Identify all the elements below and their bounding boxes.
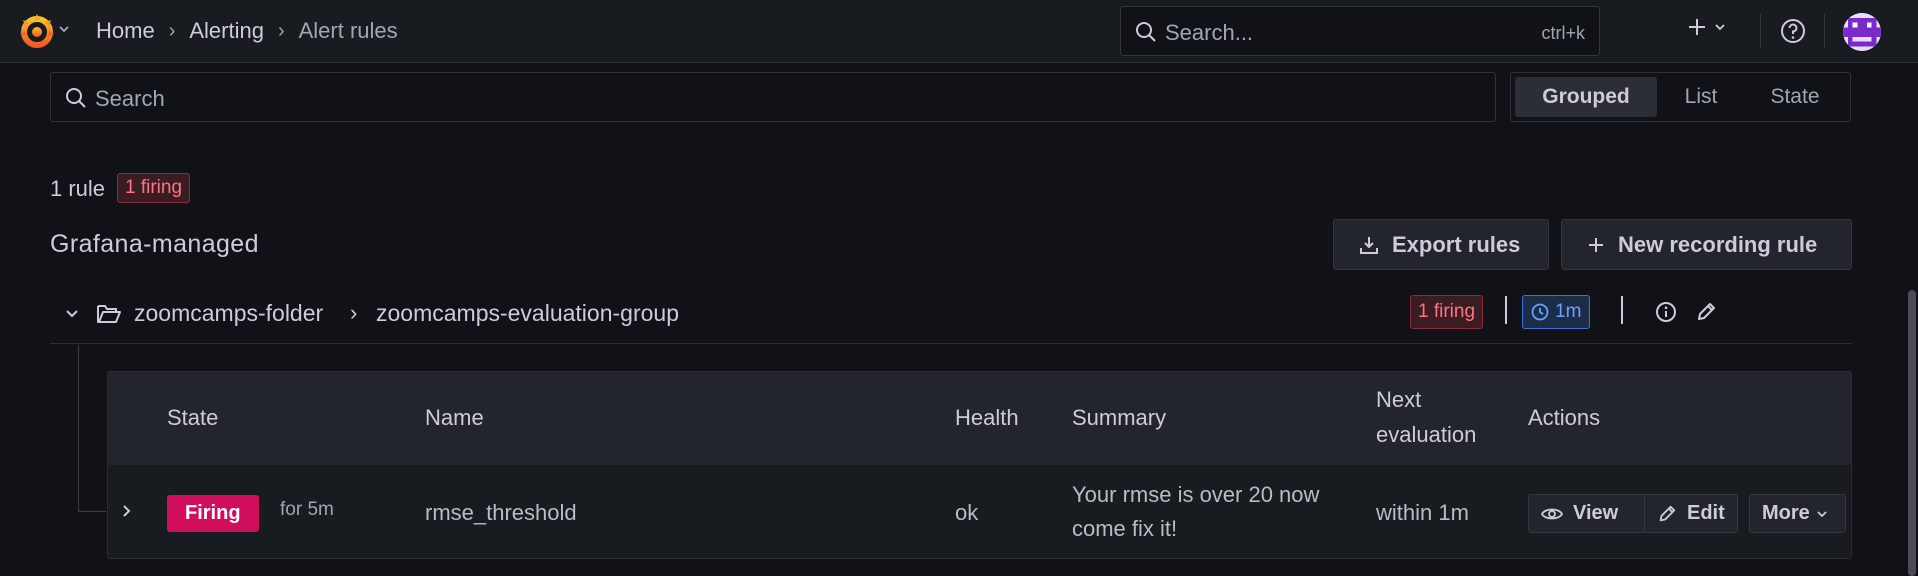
- rule-group-header: zoomcamps-folder › zoomcamps-evaluation-…: [50, 288, 1852, 344]
- rule-name: rmse_threshold: [425, 500, 577, 525]
- table-row: Firing for 5m rmse_threshold ok Your rms…: [108, 465, 1851, 558]
- edit-pencil-icon: [1657, 504, 1677, 524]
- more-label: More: [1762, 502, 1810, 524]
- column-header-actions: Actions: [1528, 405, 1601, 430]
- tree-connector: [78, 511, 106, 512]
- breadcrumb-separator-icon: ›: [350, 300, 358, 325]
- global-search-placeholder: Search...: [1165, 20, 1254, 45]
- column-header-next-evaluation: evaluation: [1376, 422, 1477, 447]
- divider: [1621, 296, 1623, 324]
- breadcrumb-alert-rules: Alert rules: [298, 18, 398, 43]
- scrollbar[interactable]: [1908, 290, 1916, 576]
- group-name: zoomcamps-evaluation-group: [376, 300, 679, 326]
- avatar[interactable]: [1843, 13, 1881, 51]
- new-menu-button[interactable]: [1686, 16, 1726, 38]
- column-header-state: State: [167, 405, 219, 430]
- chevron-down-icon[interactable]: [58, 23, 70, 35]
- rule-summary: come fix it!: [1072, 516, 1178, 541]
- export-rules-label: Export rules: [1392, 231, 1521, 257]
- divider: [1824, 14, 1825, 48]
- state-badge-firing: Firing: [167, 495, 259, 532]
- breadcrumb-separator-icon: ›: [277, 19, 285, 42]
- column-header-health: Health: [955, 405, 1019, 430]
- search-icon: [65, 87, 87, 109]
- rule-count: 1 rule: [50, 176, 106, 201]
- breadcrumb-separator-icon: ›: [168, 19, 176, 42]
- rule-health: ok: [955, 500, 979, 525]
- info-icon[interactable]: [1655, 301, 1677, 323]
- help-icon[interactable]: [1780, 18, 1806, 44]
- view-mode-toggle: Grouped List State: [1510, 72, 1851, 122]
- rules-table: State Name Health Summary Next evaluatio…: [107, 371, 1852, 559]
- export-rules-button[interactable]: Export rules: [1333, 219, 1549, 270]
- breadcrumb-alerting[interactable]: Alerting: [189, 18, 264, 44]
- evaluation-interval: 1m: [1555, 301, 1582, 322]
- download-icon: [1358, 234, 1380, 256]
- chevron-down-icon[interactable]: [64, 306, 80, 322]
- section-title: Grafana-managed: [50, 230, 259, 258]
- eye-icon: [1541, 505, 1563, 523]
- divider: [1505, 296, 1507, 324]
- rule-summary: Your rmse is over 20 now: [1072, 482, 1320, 507]
- tree-connector: [78, 345, 79, 512]
- column-header-summary: Summary: [1072, 405, 1167, 430]
- view-mode-list[interactable]: List: [1657, 77, 1745, 117]
- edit-button[interactable]: Edit: [1644, 494, 1738, 533]
- edit-pencil-icon[interactable]: [1695, 301, 1717, 323]
- view-label: View: [1573, 502, 1619, 524]
- chevron-right-icon[interactable]: [118, 503, 134, 519]
- new-recording-rule-label: New recording rule: [1618, 231, 1818, 257]
- column-header-name: Name: [425, 405, 484, 430]
- folder-name[interactable]: zoomcamps-folder: [134, 300, 323, 327]
- chevron-down-icon: [1816, 508, 1828, 520]
- column-header-next-evaluation: Next: [1376, 387, 1422, 412]
- view-mode-grouped[interactable]: Grouped: [1515, 77, 1657, 117]
- plus-icon: [1686, 16, 1708, 38]
- breadcrumb-home[interactable]: Home: [96, 18, 155, 44]
- top-bar: Home › Alerting › Alert rules Search... …: [0, 0, 1918, 63]
- edit-label: Edit: [1687, 502, 1725, 524]
- chevron-down-icon: [1714, 21, 1726, 33]
- rules-search-placeholder: Search: [95, 86, 165, 111]
- folder-open-icon: [96, 302, 122, 326]
- evaluation-interval-badge: 1m: [1522, 295, 1591, 329]
- next-evaluation: within 1m: [1376, 500, 1469, 525]
- view-mode-state[interactable]: State: [1745, 77, 1845, 117]
- search-icon: [1135, 21, 1157, 43]
- plus-icon: [1586, 235, 1606, 255]
- keyboard-shortcut-hint: ctrl+k: [1541, 23, 1585, 43]
- new-recording-rule-button[interactable]: New recording rule: [1561, 219, 1852, 270]
- state-duration: for 5m: [280, 499, 334, 520]
- group-firing-badge: 1 firing: [1410, 295, 1484, 329]
- rules-search-input[interactable]: Search: [50, 72, 1496, 122]
- clock-icon: [1531, 303, 1549, 321]
- more-actions-button[interactable]: More: [1749, 494, 1846, 533]
- breadcrumb: Home › Alerting › Alert rules: [96, 17, 398, 45]
- table-header: State Name Health Summary Next evaluatio…: [108, 372, 1851, 465]
- firing-count-badge: 1 firing: [117, 173, 191, 203]
- grafana-logo-icon[interactable]: [18, 12, 56, 50]
- divider: [1760, 14, 1761, 48]
- global-search-input[interactable]: Search... ctrl+k: [1120, 6, 1600, 56]
